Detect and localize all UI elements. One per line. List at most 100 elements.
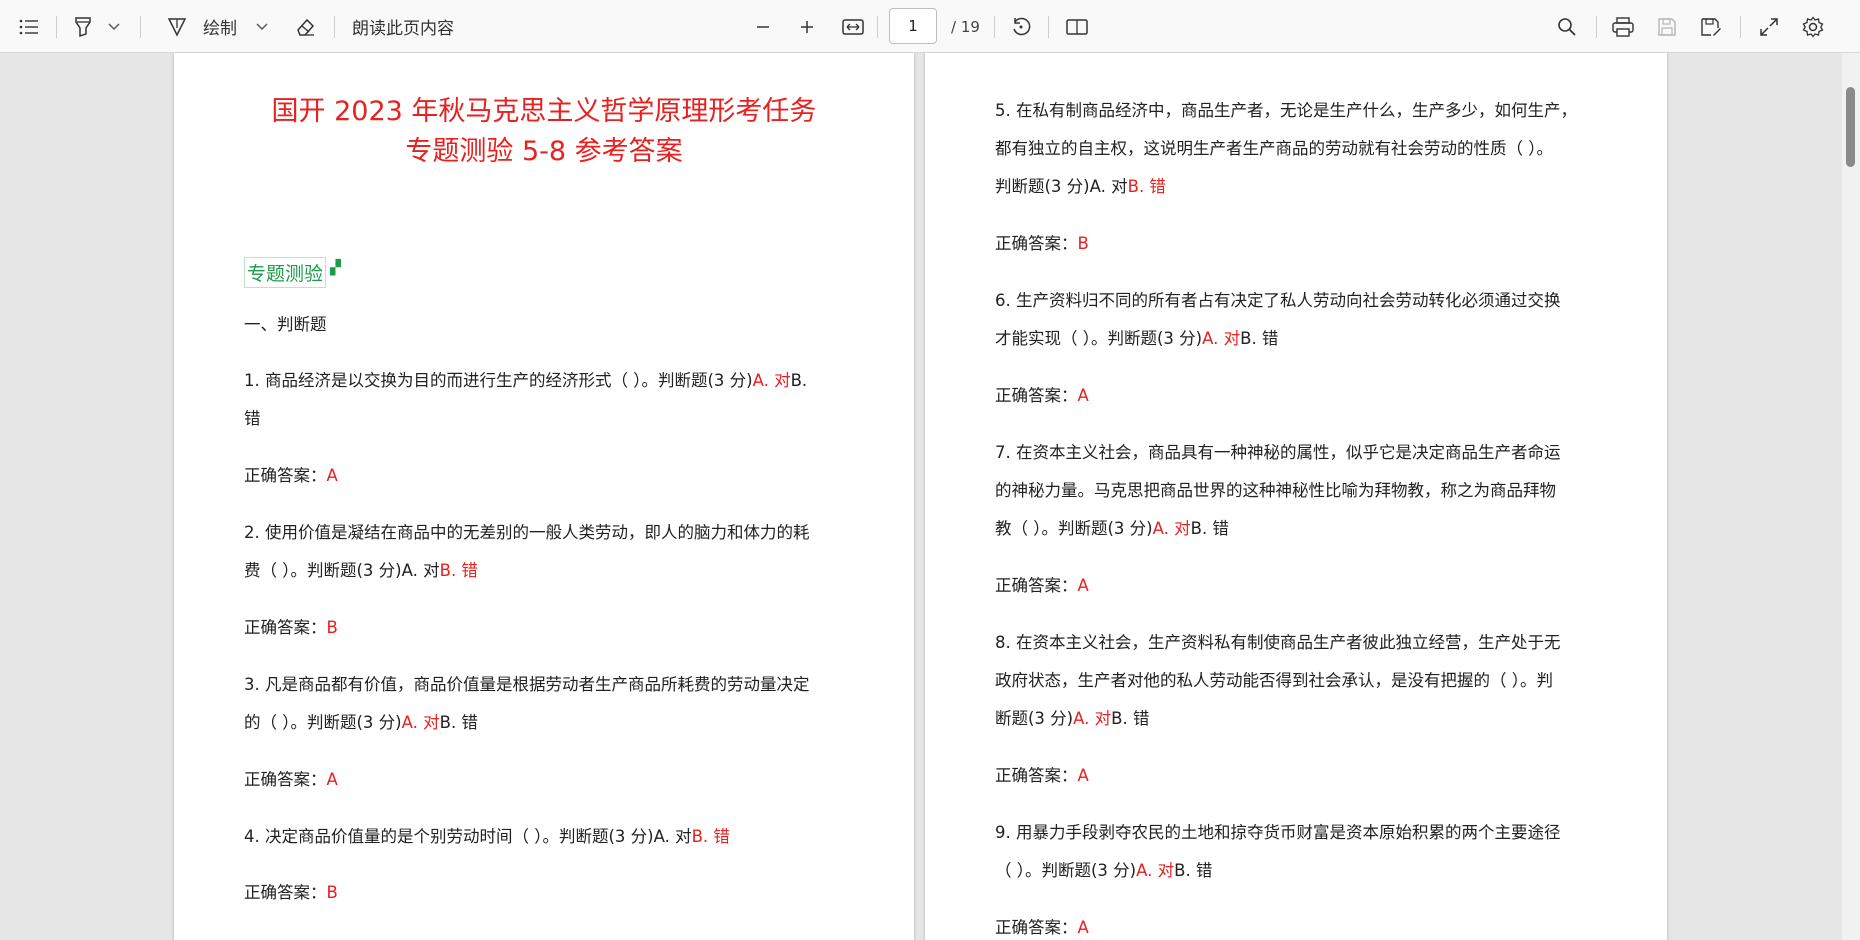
question-7-line1: 7. 在资本主义社会，商品具有一种神秘的属性，似乎它是决定商品生产者命运 xyxy=(995,443,1561,462)
search-icon[interactable] xyxy=(1552,0,1582,53)
print-icon[interactable] xyxy=(1608,0,1638,53)
question-6-line1: 6. 生产资料归不同的所有者占有决定了私人劳动向社会劳动转化必须通过交换 xyxy=(995,291,1561,310)
question-9-line2: （ ）。判断题(3 分)A. 对B. 错 xyxy=(995,857,1212,881)
draw-chevron-down-icon[interactable] xyxy=(252,0,272,53)
question-5-answer: 正确答案：B xyxy=(995,230,1089,254)
question-4-text: 4. 决定商品价值量的是个别劳动时间（ ）。判断题(3 分) xyxy=(244,827,654,846)
section-heading: 一、判断题 xyxy=(244,315,327,334)
question-7-line3: 教（ ）。判断题(3 分)A. 对B. 错 xyxy=(995,515,1229,539)
answer-value: A xyxy=(1077,918,1089,937)
answer-label: 正确答案： xyxy=(244,770,327,789)
highlighter-chevron-down-icon[interactable] xyxy=(104,0,124,53)
pdf-page-1: 国开 2023 年秋马克思主义哲学原理形考任务 专题测验 5-8 参考答案 专题… xyxy=(174,53,914,940)
question-8-option-b: B. 错 xyxy=(1111,709,1150,728)
pdf-page-2: 5. 在私有制商品经济中，商品生产者，无论是生产什么，生产多少，如何生产， 都有… xyxy=(925,53,1667,940)
answer-value: A xyxy=(1077,766,1089,785)
question-3-line1: 3. 凡是商品都有价值，商品价值量是根据劳动者生产商品所耗费的劳动量决定 xyxy=(244,675,810,694)
section-tag: 专题测验 xyxy=(244,257,327,288)
question-8-line1: 8. 在资本主义社会，生产资料私有制使商品生产者彼此独立经营，生产处于无 xyxy=(995,633,1561,652)
question-8-line2: 政府状态，生产者对他的私人劳动能否得到社会承认，是没有把握的（ ）。判 xyxy=(995,671,1553,690)
read-aloud-label: 朗读此页内容 xyxy=(352,19,454,39)
question-7-option-b: B. 错 xyxy=(1190,519,1229,538)
rotate-icon[interactable] xyxy=(1006,0,1036,53)
question-9-line1: 9. 用暴力手段剥夺农民的土地和掠夺货币财富是资本原始积累的两个主要途径 xyxy=(995,823,1561,842)
page-number-input[interactable]: 1 xyxy=(889,8,937,44)
paragraph-mark-icon: ▞ xyxy=(330,260,341,276)
answer-label: 正确答案： xyxy=(995,576,1078,595)
answer-value: A xyxy=(1077,576,1089,595)
answer-value: A xyxy=(326,466,338,485)
question-9-answer: 正确答案：A xyxy=(995,914,1089,938)
draw-button[interactable]: 绘制 xyxy=(198,0,242,53)
settings-gear-icon[interactable] xyxy=(1798,0,1828,53)
question-3-option-b: B. 错 xyxy=(439,713,478,732)
toolbar-divider xyxy=(994,16,995,38)
question-6-text: 才能实现（ ）。判断题(3 分) xyxy=(995,329,1203,348)
question-2-option-b: B. 错 xyxy=(439,561,478,580)
highlighter-icon[interactable] xyxy=(68,0,98,53)
answer-label: 正确答案： xyxy=(995,766,1078,785)
question-9-option-b: B. 错 xyxy=(1174,861,1213,880)
question-1-line2: 错 xyxy=(244,409,261,428)
fullscreen-icon[interactable] xyxy=(1754,0,1784,53)
question-6-option-b: B. 错 xyxy=(1240,329,1279,348)
question-1-text: 1. 商品经济是以交换为目的而进行生产的经济形式（ ）。判断题(3 分) xyxy=(244,371,753,390)
eraser-icon[interactable] xyxy=(290,0,320,53)
question-5-option-a: A. 对 xyxy=(1089,177,1128,196)
question-8-line3: 断题(3 分)A. 对B. 错 xyxy=(995,705,1149,729)
question-3-text: 的（ ）。判断题(3 分) xyxy=(244,713,402,732)
zoom-in-icon[interactable] xyxy=(794,0,820,53)
page-view-icon[interactable] xyxy=(1062,0,1092,53)
question-7-answer: 正确答案：A xyxy=(995,572,1089,596)
answer-label: 正确答案： xyxy=(244,883,327,902)
answer-value: B xyxy=(326,618,338,637)
answer-label: 正确答案： xyxy=(244,466,327,485)
question-5-line2: 都有独立的自主权，这说明生产者生产商品的劳动就有社会劳动的性质（ ）。 xyxy=(995,139,1553,158)
question-2-answer: 正确答案：B xyxy=(244,614,338,638)
answer-value: A xyxy=(326,770,338,789)
toolbar-divider xyxy=(1048,16,1049,38)
question-2-line2: 费（ ）。判断题(3 分)A. 对B. 错 xyxy=(244,557,478,581)
question-5-line3: 判断题(3 分)A. 对B. 错 xyxy=(995,173,1166,197)
question-2-line1: 2. 使用价值是凝结在商品中的无差别的一般人类劳动，即人的脑力和体力的耗 xyxy=(244,523,810,542)
scrollbar-thumb[interactable] xyxy=(1846,87,1855,167)
document-title-line1: 国开 2023 年秋马克思主义哲学原理形考任务 xyxy=(271,96,817,127)
question-4-line1: 4. 决定商品价值量的是个别劳动时间（ ）。判断题(3 分)A. 对B. 错 xyxy=(244,823,730,847)
answer-label: 正确答案： xyxy=(244,618,327,637)
pdf-toolbar: 绘制 朗读此页内容 1 / 19 xyxy=(0,0,1860,53)
question-5-line1: 5. 在私有制商品经济中，商品生产者，无论是生产什么，生产多少，如何生产， xyxy=(995,101,1577,120)
toolbar-divider xyxy=(334,16,335,38)
question-7-option-a: A. 对 xyxy=(1152,519,1191,538)
contents-list-icon[interactable] xyxy=(14,0,44,53)
answer-value: B xyxy=(326,883,338,902)
question-3-line2: 的（ ）。判断题(3 分)A. 对B. 错 xyxy=(244,709,478,733)
question-1-answer: 正确答案：A xyxy=(244,462,338,486)
answer-value: A xyxy=(1077,386,1089,405)
draw-label: 绘制 xyxy=(203,19,237,39)
zoom-out-icon[interactable] xyxy=(750,0,776,53)
save-as-icon[interactable] xyxy=(1696,0,1726,53)
question-5-option-b: B. 错 xyxy=(1127,177,1166,196)
toolbar-divider xyxy=(1596,16,1597,38)
answer-label: 正确答案： xyxy=(995,234,1078,253)
question-4-option-b: B. 错 xyxy=(691,827,730,846)
answer-label: 正确答案： xyxy=(995,918,1078,937)
read-aloud-button[interactable]: 朗读此页内容 xyxy=(352,0,472,53)
question-6-answer: 正确答案：A xyxy=(995,382,1089,406)
page-total-label: / 19 xyxy=(951,17,980,36)
answer-label: 正确答案： xyxy=(995,386,1078,405)
fit-width-icon[interactable] xyxy=(838,0,868,53)
document-title-line2: 专题测验 5-8 参考答案 xyxy=(405,136,683,167)
question-4-answer: 正确答案：B xyxy=(244,879,338,903)
question-8-option-a: A. 对 xyxy=(1073,709,1112,728)
toolbar-divider xyxy=(1740,16,1741,38)
draw-pen-icon[interactable] xyxy=(162,0,192,53)
question-7-text: 教（ ）。判断题(3 分) xyxy=(995,519,1153,538)
vertical-scrollbar[interactable] xyxy=(1842,53,1860,940)
save-icon[interactable] xyxy=(1652,0,1682,53)
document-viewer[interactable]: 国开 2023 年秋马克思主义哲学原理形考任务 专题测验 5-8 参考答案 专题… xyxy=(0,53,1860,940)
toolbar-divider xyxy=(56,16,57,38)
answer-value: B xyxy=(1077,234,1089,253)
question-9-text: （ ）。判断题(3 分) xyxy=(995,861,1137,880)
question-3-option-a: A. 对 xyxy=(401,713,440,732)
